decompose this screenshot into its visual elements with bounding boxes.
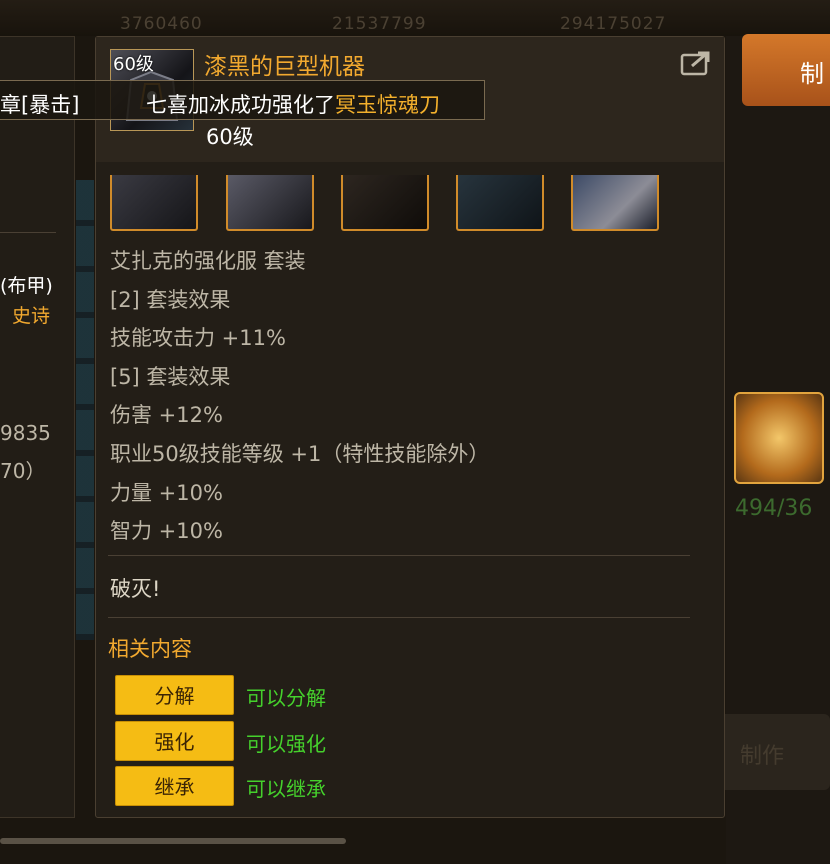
material-item-icon[interactable] — [734, 392, 824, 484]
set-effect-line: 智力 +10% — [110, 519, 223, 543]
notice-item-name: 冥玉惊魂刀 — [335, 93, 440, 117]
disassemble-desc: 可以分解 — [246, 686, 326, 710]
set-name: 艾扎克的强化服 套装 — [110, 249, 306, 273]
divider — [108, 555, 690, 556]
item-detail-panel: (布甲) 史诗 9835 70） — [0, 36, 75, 818]
currency-value: 3760460 — [120, 14, 203, 34]
inventory-strip — [76, 180, 94, 640]
boots-icon[interactable] — [571, 175, 659, 231]
belt-icon[interactable] — [456, 175, 544, 231]
set-effect-line: 技能攻击力 +11% — [110, 326, 286, 350]
item-tooltip: 60级 漆黑的巨型机器 60级 艾扎克的强化服 套装 [2] 套装效果 技能攻击… — [95, 36, 725, 818]
set-effect-line: 力量 +10% — [110, 481, 223, 505]
set-effect-title: [2] 套装效果 — [110, 288, 231, 312]
share-icon[interactable] — [680, 49, 714, 77]
set-effect-title: [5] 套装效果 — [110, 365, 231, 389]
armor-icon[interactable] — [341, 175, 429, 231]
flavor-text: 破灭! — [110, 577, 161, 601]
item-level: 60级 — [206, 125, 254, 149]
level-badge: 60级 — [113, 54, 154, 75]
notice-message: 七喜加冰成功强化了冥玉惊魂刀 — [146, 89, 440, 119]
stat-value: 9835 — [0, 421, 51, 445]
item-name: 漆黑的巨型机器 — [204, 54, 365, 80]
set-effect-line: 伤害 +12% — [110, 403, 223, 427]
divider — [108, 617, 690, 618]
divider — [0, 232, 56, 233]
related-title: 相关内容 — [108, 637, 192, 661]
armor-icon[interactable] — [110, 175, 198, 231]
set-effect-line: 职业50级技能等级 +1（特性技能除外） — [110, 442, 490, 466]
armor-icon[interactable] — [226, 175, 314, 231]
scrollbar[interactable] — [0, 838, 346, 844]
inherit-desc: 可以继承 — [246, 777, 326, 801]
stat-value: 70） — [0, 459, 46, 483]
make-button[interactable]: 制 — [742, 34, 830, 106]
notice-text: 七喜加冰成功强化了 — [146, 93, 335, 117]
system-notice: 章[暴击] 七喜加冰成功强化了冥玉惊魂刀 — [0, 80, 485, 120]
set-items-row — [110, 175, 670, 233]
disassemble-button[interactable]: 分解 — [115, 675, 234, 715]
currency-value: 21537799 — [332, 14, 427, 34]
currency-value: 294175027 — [560, 14, 667, 34]
enhance-button[interactable]: 强化 — [115, 721, 234, 761]
rarity-label: 史诗 — [12, 305, 51, 327]
material-count: 494/36 — [735, 496, 813, 521]
enhance-desc: 可以强化 — [246, 732, 326, 756]
top-bar: 3760460 21537799 294175027 — [0, 0, 830, 36]
armor-type: (布甲) — [0, 275, 53, 297]
notice-prefix: 章[暴击] — [0, 93, 80, 117]
inherit-button[interactable]: 继承 — [115, 766, 234, 806]
